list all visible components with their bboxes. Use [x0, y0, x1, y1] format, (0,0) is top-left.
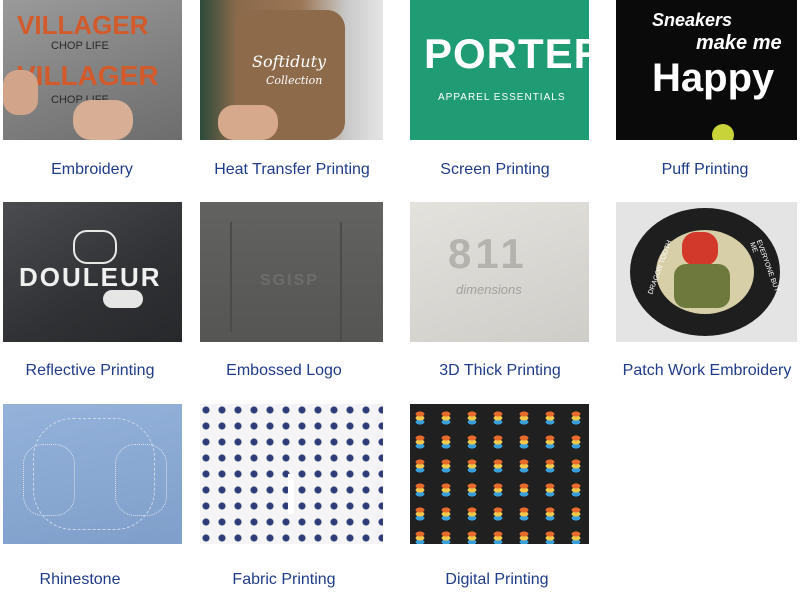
rhinestone-image — [3, 404, 182, 544]
embroidery-line-2: CHOP LIFE — [51, 40, 109, 52]
reflective-printing-image: DOULEUR — [3, 202, 182, 342]
digital-printing-image — [410, 404, 589, 544]
smiley-icon — [712, 124, 734, 140]
3d-thick-printing-image: 811 dimensions — [410, 202, 589, 342]
label-screen-printing: Screen Printing — [440, 161, 550, 178]
label-3d-thick-printing: 3D Thick Printing — [439, 362, 561, 379]
rooster-head — [682, 232, 718, 266]
pocket-left — [200, 222, 232, 332]
heat-transfer-line-2: Collection — [266, 74, 323, 87]
reflective-printing-line-1: DOULEUR — [19, 262, 162, 292]
hand-right — [73, 100, 133, 140]
screen-printing-line-1: PORTER — [424, 30, 589, 77]
label-puff-printing: Puff Printing — [661, 161, 749, 178]
hand — [218, 105, 278, 140]
puff-printing-line-1: Sneakers — [652, 10, 733, 30]
fabric-drawstring — [288, 474, 294, 514]
embroidery-image: VILLAGER CHOP LIFE VILLAGER CHOP LIFE — [3, 0, 182, 140]
embroidery-line-3: VILLAGER — [17, 60, 159, 91]
rhinestone-wing-right — [115, 444, 167, 516]
embossed-logo-line-1: SGISP — [260, 272, 319, 289]
label-embroidery: Embroidery — [51, 161, 133, 178]
puff-printing-image: Sneakers make me Happy — [616, 0, 797, 140]
embossed-logo-image: SGISP — [200, 202, 383, 342]
heat-transfer-image: Softiduty Collection — [200, 0, 383, 140]
label-embossed-logo: Embossed Logo — [226, 362, 342, 379]
label-reflective-printing: Reflective Printing — [25, 362, 155, 379]
screen-printing-line-2: APPAREL ESSENTIALS — [438, 92, 566, 103]
rhinestone-wing-left — [23, 444, 75, 516]
label-digital-printing: Digital Printing — [445, 571, 549, 588]
label-heat-transfer: Heat Transfer Printing — [214, 161, 370, 178]
heat-transfer-line-1: Softiduty — [252, 52, 327, 71]
fabric-printing-image — [200, 404, 383, 544]
hand-left — [3, 70, 38, 115]
patch-work-image: DRAGON TOOTH EVERYONE BUT ME — [616, 202, 797, 342]
label-fabric-printing: Fabric Printing — [232, 571, 336, 588]
puff-printing-line-2: make me — [696, 32, 782, 54]
puff-printing-line-3: Happy — [652, 56, 775, 100]
screen-printing-image: PORTER APPAREL ESSENTIALS — [410, 0, 589, 140]
3d-thick-line-2: dimensions — [456, 282, 522, 297]
label-patch-work: Patch Work Embroidery — [622, 362, 792, 379]
pocket-right — [340, 222, 383, 342]
splash-graphic — [103, 290, 143, 308]
3d-thick-line-1: 811 — [448, 230, 528, 277]
embroidery-line-1: VILLAGER — [17, 10, 149, 40]
label-rhinestone: Rhinestone — [39, 571, 121, 588]
rooster-body — [674, 264, 730, 308]
heart-graphic — [73, 230, 117, 264]
